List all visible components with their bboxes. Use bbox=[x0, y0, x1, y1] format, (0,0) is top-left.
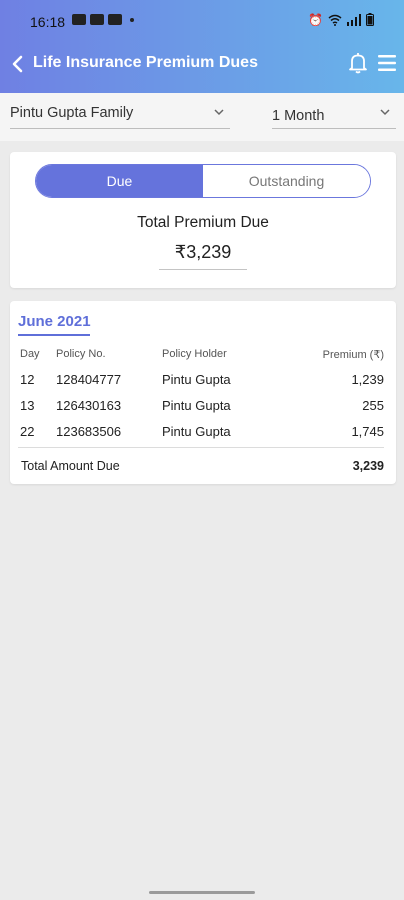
filter-bar: Pintu Gupta Family 1 Month bbox=[0, 93, 404, 141]
wifi-icon bbox=[328, 14, 342, 26]
column-header-policy: Policy No. bbox=[56, 348, 106, 360]
month-underline bbox=[18, 334, 90, 336]
row-policy-holder: Pintu Gupta bbox=[162, 398, 231, 413]
row-premium: 1,745 bbox=[351, 424, 384, 439]
notification-icon bbox=[108, 14, 122, 25]
column-header-holder: Policy Holder bbox=[162, 348, 227, 360]
page-title: Life Insurance Premium Dues bbox=[33, 54, 258, 71]
row-policy-number: 128404777 bbox=[56, 372, 122, 387]
dues-table-card: June 2021 Day Policy No. Policy Holder P… bbox=[10, 301, 396, 484]
signal-icon bbox=[347, 13, 361, 26]
period-select[interactable]: 1 Month bbox=[272, 93, 396, 129]
hamburger-menu-icon[interactable] bbox=[378, 54, 396, 72]
total-amount-label: Total Amount Due bbox=[21, 459, 120, 473]
divider bbox=[18, 447, 384, 448]
total-premium-title: Total Premium Due bbox=[137, 214, 269, 231]
chevron-down-icon bbox=[380, 109, 390, 116]
row-day: 12 bbox=[20, 372, 35, 387]
month-heading: June 2021 bbox=[18, 313, 91, 330]
tab-due[interactable]: Due bbox=[36, 165, 203, 197]
status-bar: 16:18 ⏰ bbox=[0, 0, 404, 36]
image-icon bbox=[72, 14, 86, 25]
home-indicator[interactable] bbox=[149, 891, 255, 894]
notification-icon bbox=[90, 14, 104, 25]
bell-icon[interactable] bbox=[348, 52, 368, 74]
premium-summary-card: Due Outstanding Total Premium Due ₹3,239 bbox=[10, 152, 396, 288]
total-premium-amount: ₹3,239 bbox=[159, 242, 247, 270]
row-policy-number: 126430163 bbox=[56, 398, 122, 413]
tab-outstanding[interactable]: Outstanding bbox=[203, 165, 370, 197]
battery-icon bbox=[366, 13, 374, 26]
status-time: 16:18 bbox=[30, 14, 66, 30]
column-header-day: Day bbox=[20, 348, 40, 360]
row-policy-number: 123683506 bbox=[56, 424, 122, 439]
chevron-down-icon bbox=[214, 109, 224, 116]
chevron-left-icon[interactable] bbox=[10, 52, 26, 76]
family-select-value: Pintu Gupta Family bbox=[10, 105, 134, 121]
column-header-premium: Premium (₹) bbox=[322, 349, 384, 361]
row-policy-holder: Pintu Gupta bbox=[162, 424, 231, 439]
more-notifications-dot bbox=[130, 17, 134, 22]
family-select[interactable]: Pintu Gupta Family bbox=[10, 93, 230, 129]
row-day: 13 bbox=[20, 398, 35, 413]
alarm-icon: ⏰ bbox=[308, 12, 323, 27]
row-premium: 1,239 bbox=[351, 372, 384, 387]
row-day: 22 bbox=[20, 424, 35, 439]
row-policy-holder: Pintu Gupta bbox=[162, 372, 231, 387]
due-outstanding-toggle: Due Outstanding bbox=[35, 164, 371, 198]
period-select-value: 1 Month bbox=[272, 108, 325, 124]
row-premium: 255 bbox=[362, 398, 384, 413]
total-amount-value: 3,239 bbox=[352, 459, 384, 473]
app-bar: Life Insurance Premium Dues bbox=[0, 36, 404, 93]
